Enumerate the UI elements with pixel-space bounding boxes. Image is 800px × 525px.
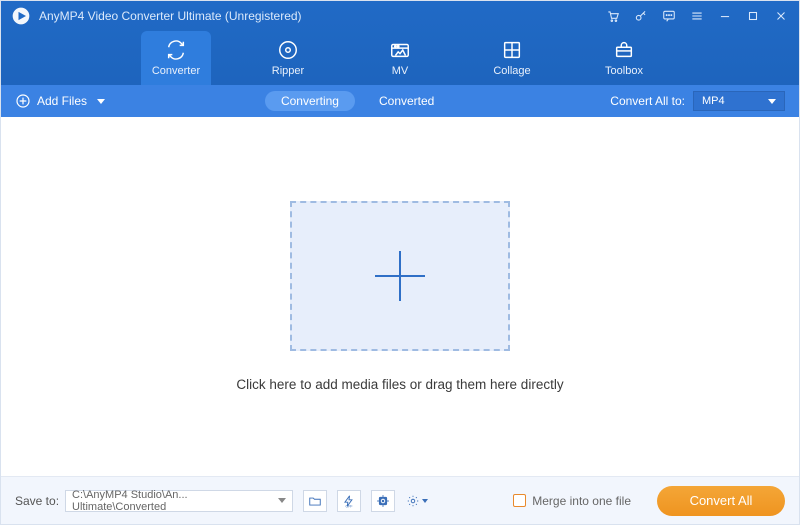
collage-icon <box>501 39 523 61</box>
tab-label: Collage <box>493 65 530 77</box>
converter-icon <box>165 39 187 61</box>
tab-converter[interactable]: Converter <box>141 31 211 85</box>
add-files-label: Add Files <box>37 94 87 108</box>
header: AnyMP4 Video Converter Ultimate (Unregis… <box>1 1 799 85</box>
convert-all-button[interactable]: Convert All <box>657 486 785 516</box>
tab-label: Converter <box>152 65 200 77</box>
gpu-button[interactable] <box>371 490 395 512</box>
chevron-down-icon <box>278 498 286 503</box>
chevron-down-icon <box>768 99 776 104</box>
cart-icon[interactable] <box>599 1 627 31</box>
merge-label: Merge into one file <box>532 494 631 508</box>
chevron-down-icon <box>422 499 428 503</box>
tab-converted[interactable]: Converted <box>363 91 450 111</box>
merge-checkbox[interactable]: Merge into one file <box>513 494 631 508</box>
close-button[interactable] <box>767 1 795 31</box>
save-to-label: Save to: <box>15 494 59 508</box>
app-window: AnyMP4 Video Converter Ultimate (Unregis… <box>0 0 800 525</box>
convert-state-tabs: Converting Converted <box>265 91 450 111</box>
plus-circle-icon <box>15 93 31 109</box>
settings-button[interactable] <box>405 490 429 512</box>
hw-accel-button[interactable]: OFF <box>337 490 361 512</box>
add-files-button[interactable]: Add Files <box>15 93 105 109</box>
save-to: Save to: C:\AnyMP4 Studio\An... Ultimate… <box>15 490 293 512</box>
key-icon[interactable] <box>627 1 655 31</box>
svg-text:OFF: OFF <box>346 504 353 508</box>
window-controls <box>599 1 795 31</box>
minimize-button[interactable] <box>711 1 739 31</box>
ripper-icon <box>277 39 299 61</box>
content-area: Click here to add media files or drag th… <box>1 117 799 476</box>
save-path-value: C:\AnyMP4 Studio\An... Ultimate\Converte… <box>72 489 278 513</box>
format-value: MP4 <box>702 95 725 107</box>
tab-collage[interactable]: Collage <box>477 31 547 85</box>
open-folder-button[interactable] <box>303 490 327 512</box>
app-title: AnyMP4 Video Converter Ultimate (Unregis… <box>39 9 302 23</box>
toolbox-icon <box>613 39 635 61</box>
dropzone[interactable] <box>290 201 510 351</box>
tab-label: MV <box>392 65 409 77</box>
format-select[interactable]: MP4 <box>693 91 785 111</box>
checkbox-icon <box>513 494 526 507</box>
footer: Save to: C:\AnyMP4 Studio\An... Ultimate… <box>1 476 799 524</box>
mv-icon <box>389 39 411 61</box>
tab-ripper[interactable]: Ripper <box>253 31 323 85</box>
main-tabs: Converter Ripper MV Collage Toolbox <box>1 31 799 85</box>
menu-icon[interactable] <box>683 1 711 31</box>
tab-converting[interactable]: Converting <box>265 91 355 111</box>
feedback-icon[interactable] <box>655 1 683 31</box>
convert-all-to-label: Convert All to: <box>610 94 685 108</box>
app-logo-icon <box>11 6 31 26</box>
chevron-down-icon <box>97 99 105 104</box>
convert-all-to: Convert All to: MP4 <box>610 91 785 111</box>
plus-icon <box>375 251 425 301</box>
tab-label: Toolbox <box>605 65 643 77</box>
subbar: Add Files Converting Converted Convert A… <box>1 85 799 117</box>
save-path-select[interactable]: C:\AnyMP4 Studio\An... Ultimate\Converte… <box>65 490 293 512</box>
maximize-button[interactable] <box>739 1 767 31</box>
tab-mv[interactable]: MV <box>365 31 435 85</box>
tab-toolbox[interactable]: Toolbox <box>589 31 659 85</box>
tab-label: Ripper <box>272 65 304 77</box>
drop-hint: Click here to add media files or drag th… <box>236 377 563 392</box>
